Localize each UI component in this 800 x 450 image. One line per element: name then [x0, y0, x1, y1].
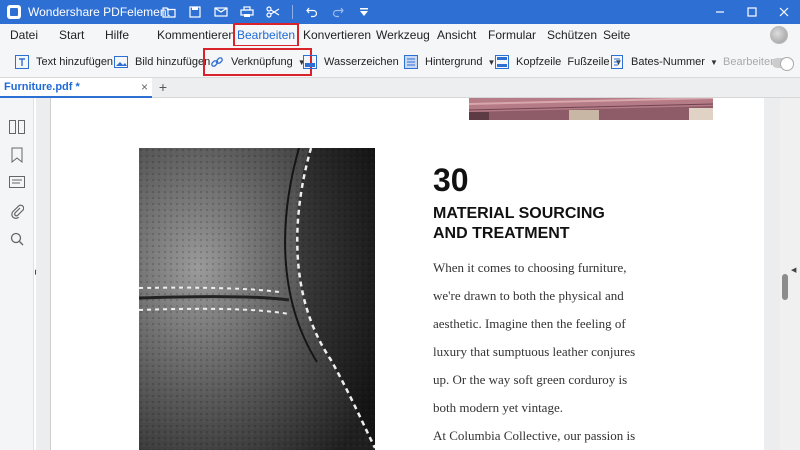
edit-ribbon: Text hinzufügen Bild hinzufügen Verknüpf…	[0, 46, 800, 78]
tab-close-icon[interactable]: ×	[141, 80, 148, 94]
header-footer-label: Kopfzeile Fußzeile	[516, 56, 610, 68]
title-bar: Wondershare PDFelement	[0, 0, 800, 24]
quick-access-toolbar	[156, 0, 377, 24]
print-icon[interactable]	[234, 0, 260, 24]
section-number: 30	[433, 162, 469, 198]
link-icon	[209, 54, 225, 70]
menu-start[interactable]: Start	[59, 24, 84, 46]
menu-werkzeug[interactable]: Werkzeug	[376, 24, 430, 46]
document-workspace: 30 MATERIAL SOURCING AND TREATMENT When …	[36, 98, 780, 450]
menu-formular[interactable]: Formular	[488, 24, 536, 46]
link-label: Verknüpfung	[231, 56, 293, 68]
link-button[interactable]: Verknüpfung ▼	[203, 48, 312, 76]
edit-mode-toggle[interactable]	[772, 57, 794, 71]
scissors-icon[interactable]	[260, 0, 286, 24]
header-footer-icon	[494, 54, 510, 70]
furniture-photo	[469, 98, 713, 120]
watermark-button[interactable]: Wasserzeichen ▼	[302, 50, 412, 74]
body-text-line: both modern yet vintage.	[433, 400, 563, 415]
mail-icon[interactable]	[208, 0, 234, 24]
image-add-label: Bild hinzufügen	[135, 56, 211, 68]
body-text-line: When it comes to choosing furniture,	[433, 260, 627, 275]
watermark-label: Wasserzeichen	[324, 56, 399, 68]
window-controls	[704, 0, 800, 24]
left-sidebar	[0, 98, 34, 450]
image-add-icon	[113, 54, 129, 70]
vertical-scrollbar[interactable]: ◀	[780, 98, 800, 450]
menu-schuetzen[interactable]: Schützen	[547, 24, 597, 46]
new-tab-icon[interactable]: +	[156, 78, 170, 98]
text-add-icon	[14, 54, 30, 70]
save-icon[interactable]	[182, 0, 208, 24]
minimize-icon[interactable]	[704, 0, 736, 24]
bates-number-label: Bates-Nummer	[631, 56, 705, 68]
right-panel-expand-icon[interactable]: ◀	[791, 266, 796, 274]
menu-ansicht[interactable]: Ansicht	[437, 24, 476, 46]
text-add-button[interactable]: Text hinzufügen	[14, 50, 113, 74]
section-heading-line-2: AND TREATMENT	[433, 225, 570, 242]
dropdown-icon[interactable]	[351, 0, 377, 24]
image-add-button[interactable]: Bild hinzufügen	[113, 50, 210, 74]
section-heading-line-1: MATERIAL SOURCING	[433, 205, 605, 222]
menu-bearbeiten[interactable]: Bearbeiten	[232, 23, 300, 47]
background-button[interactable]: Hintergrund ▼	[403, 50, 495, 74]
pdf-page: 30 MATERIAL SOURCING AND TREATMENT When …	[51, 98, 764, 450]
folder-icon[interactable]	[156, 0, 182, 24]
edit-mode-label: Bearbeiten	[723, 56, 777, 68]
tab-furniture-pdf[interactable]: Furniture.pdf * ×	[0, 78, 152, 98]
bates-number-icon	[609, 54, 625, 70]
undo-icon[interactable]	[299, 0, 325, 24]
background-label: Hintergrund	[425, 56, 483, 68]
leather-photo	[139, 148, 375, 450]
text-add-label: Text hinzufügen	[36, 56, 114, 68]
menu-konvertieren[interactable]: Konvertieren	[303, 24, 371, 46]
search-icon[interactable]	[8, 230, 26, 248]
background-icon	[403, 54, 419, 70]
menu-datei[interactable]: Datei	[10, 24, 38, 46]
bates-number-button[interactable]: Bates-Nummer ▼	[609, 50, 718, 74]
section-heading: MATERIAL SOURCING AND TREATMENT	[433, 204, 633, 244]
chevron-down-icon: ▼	[709, 57, 718, 67]
maximize-icon[interactable]	[736, 0, 768, 24]
redo-icon[interactable]	[325, 0, 351, 24]
attachment-icon[interactable]	[8, 202, 26, 220]
body-text-line: aesthetic. Imagine then the feeling of	[433, 316, 626, 331]
menu-bar: Datei Start Hilfe Kommentieren Bearbeite…	[0, 23, 800, 47]
close-icon[interactable]	[768, 0, 800, 24]
body-text-line: up. Or the way soft green corduroy is	[433, 372, 628, 387]
menu-kommentieren[interactable]: Kommentieren	[157, 24, 235, 46]
menu-hilfe[interactable]: Hilfe	[105, 24, 129, 46]
tab-label: Furniture.pdf *	[4, 81, 80, 93]
watermark-icon	[302, 54, 318, 70]
comment-icon[interactable]	[8, 174, 26, 192]
menu-seite[interactable]: Seite	[603, 24, 630, 46]
app-title: Wondershare PDFelement	[28, 5, 170, 19]
body-text-line: At Columbia Collective, our passion is	[433, 428, 636, 443]
thumbnails-icon[interactable]	[8, 118, 26, 136]
body-text-line: luxury that sumptuous leather conjures	[433, 344, 636, 359]
app-logo-icon	[7, 5, 21, 19]
quick-access-divider	[292, 5, 293, 19]
avatar[interactable]	[770, 26, 788, 44]
scrollbar-thumb[interactable]	[782, 274, 788, 300]
body-text-line: we're drawn to both the physical and	[433, 288, 624, 303]
document-tab-bar: Furniture.pdf * × +	[0, 78, 800, 98]
bookmark-icon[interactable]	[8, 146, 26, 164]
header-footer-button[interactable]: Kopfzeile Fußzeile ▼	[494, 50, 622, 74]
